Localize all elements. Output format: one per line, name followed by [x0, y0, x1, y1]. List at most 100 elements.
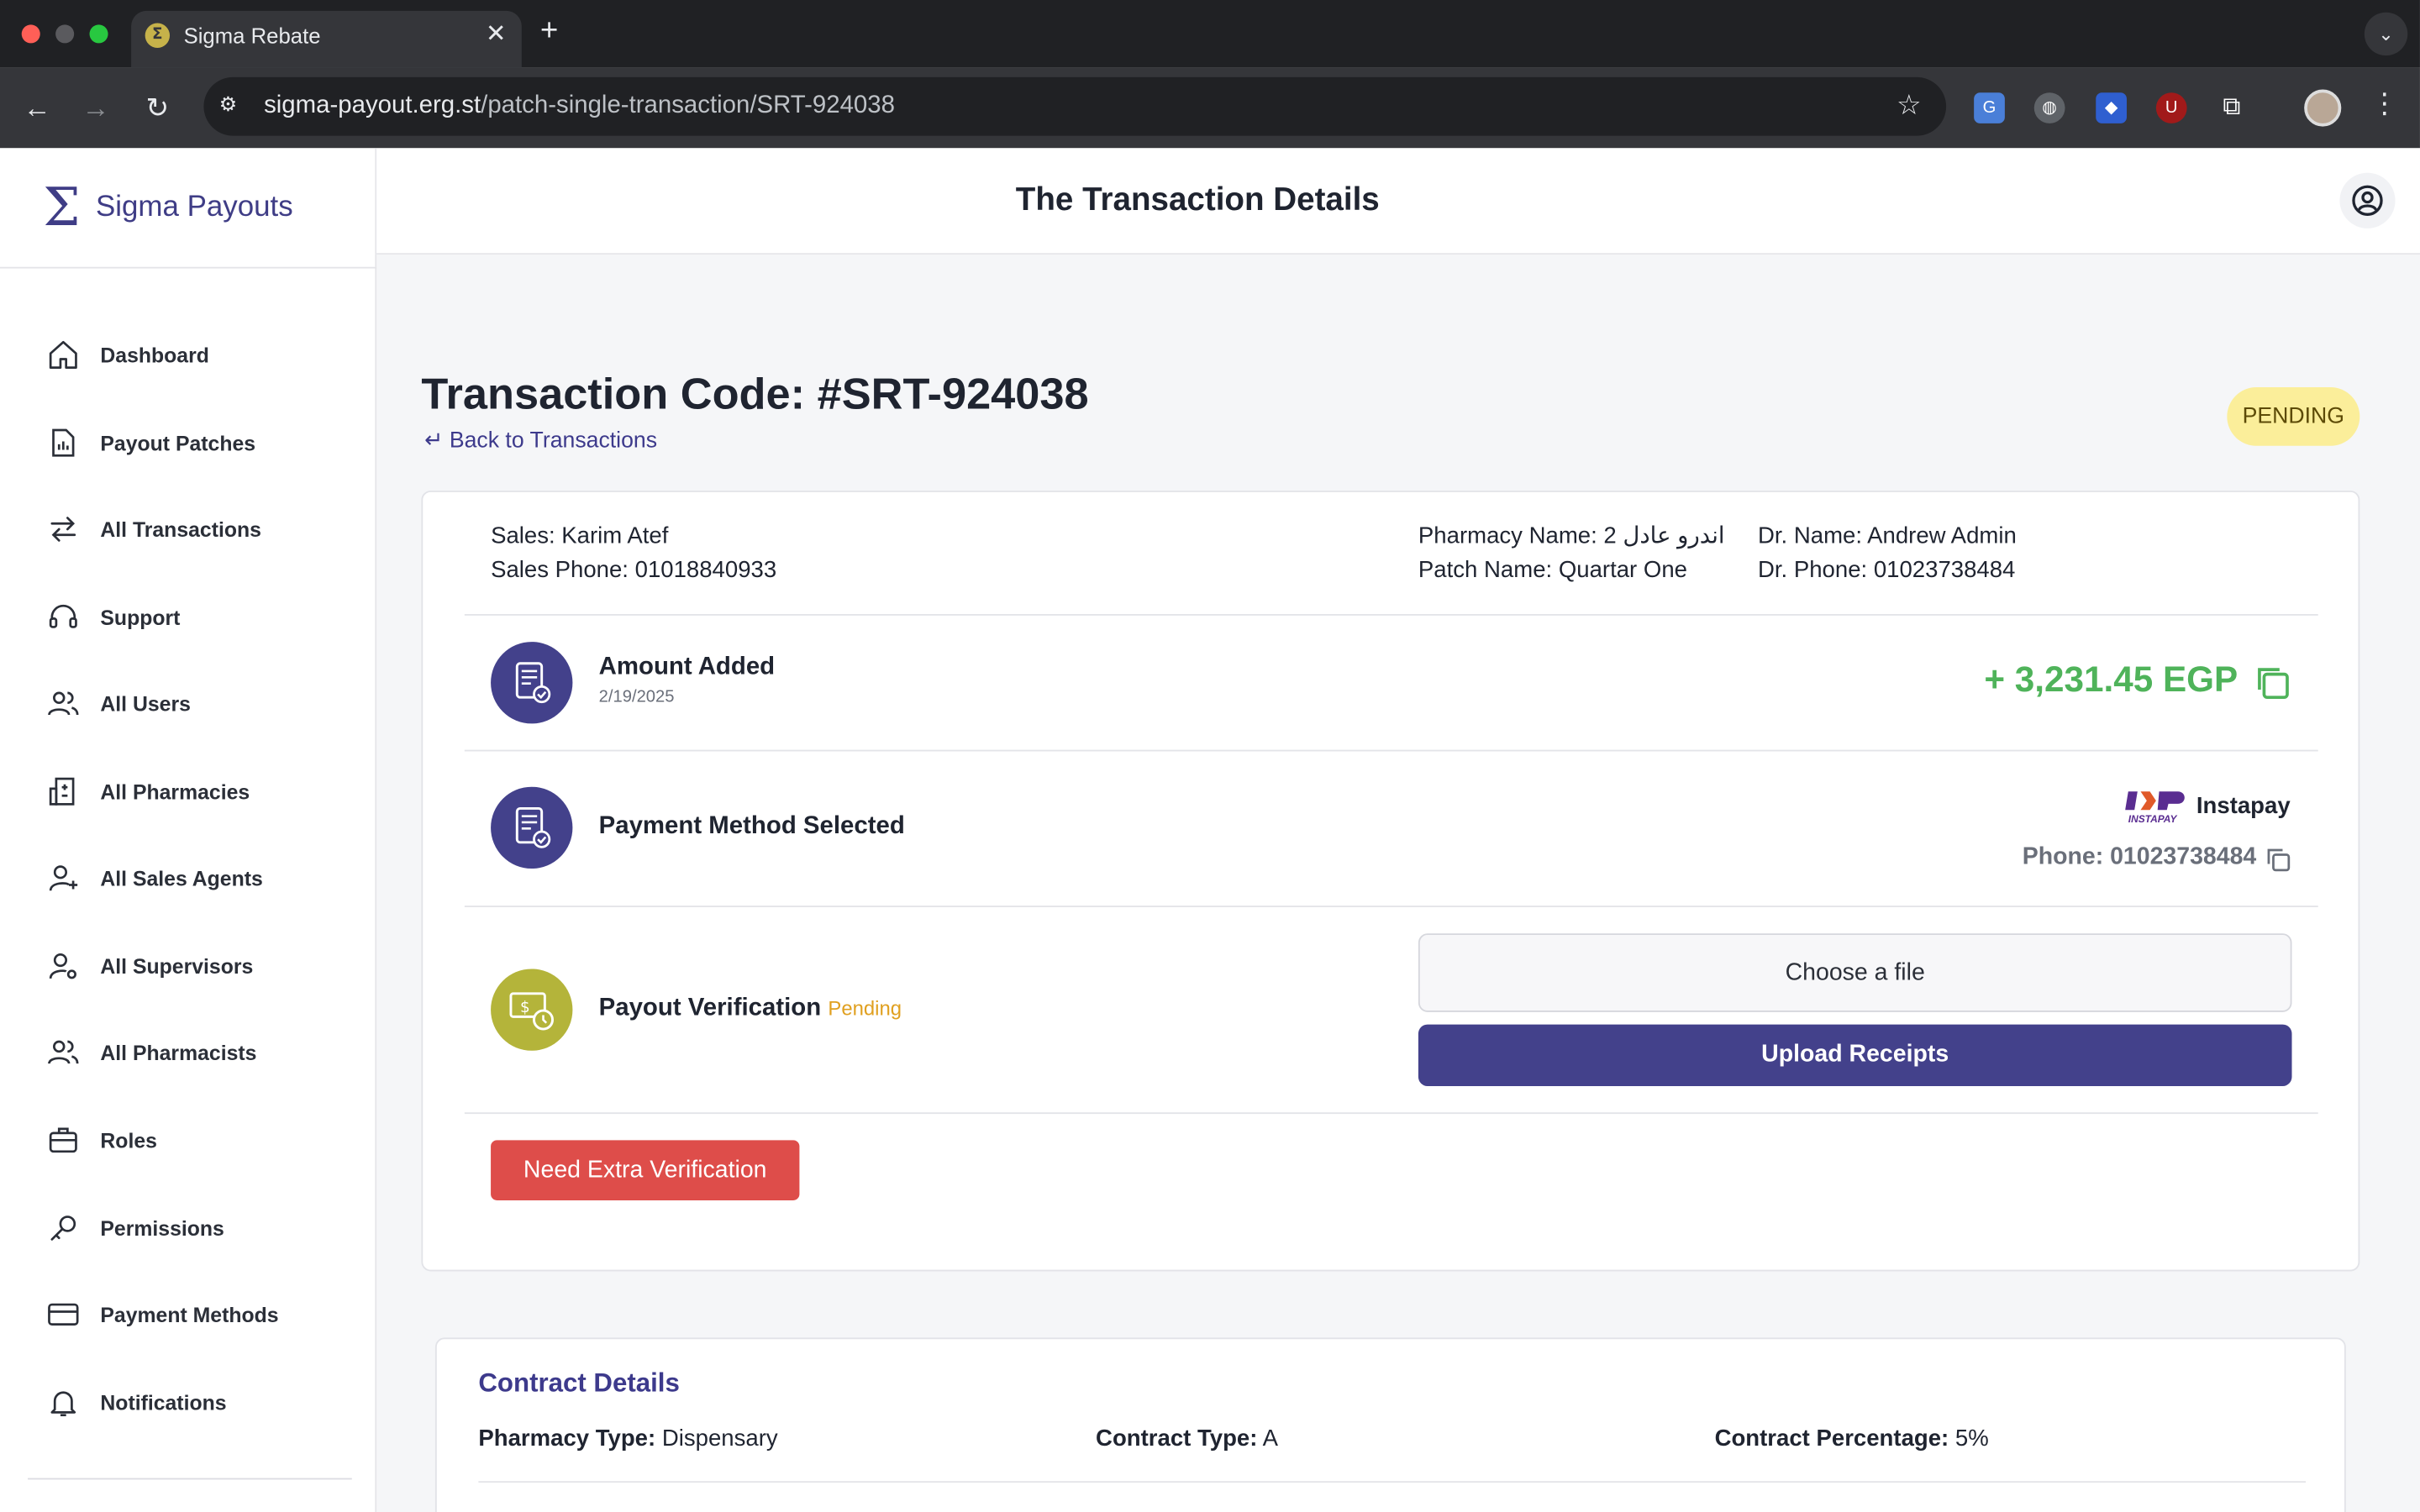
sidebar-item-all-users[interactable]: All Users	[46, 685, 191, 722]
contract-type-value: A	[1262, 1425, 1278, 1452]
transaction-card: Sales: Karim Atef Sales Phone: 010188409…	[421, 491, 2360, 1272]
receipt-check-icon	[491, 786, 573, 869]
choose-file-button[interactable]: Choose a file	[1418, 933, 2292, 1012]
amount-value: + 3,231.45 EGP	[1984, 659, 2238, 700]
extensions-puzzle-icon[interactable]: ⧉	[2217, 92, 2248, 123]
users-icon	[48, 691, 79, 716]
sidebar-item-label: Permissions	[100, 1216, 224, 1240]
sales-phone: Sales Phone: 01018840933	[491, 557, 777, 584]
sidebar-item-all-sales-agents[interactable]: All Sales Agents	[46, 859, 263, 896]
bitwarden-extension-icon[interactable]: ◆	[2096, 92, 2127, 123]
verification-status: Pending	[828, 996, 902, 1021]
pharmacy-name: Pharmacy Name: اندرو عادل 2	[1418, 522, 1725, 549]
sidebar-divider	[28, 1478, 352, 1480]
sidebar-item-roles[interactable]: Roles	[46, 1121, 157, 1158]
sidebar-item-label: Roles	[100, 1128, 157, 1152]
sidebar-item-all-pharmacies[interactable]: All Pharmacies	[46, 773, 250, 810]
card-divider	[464, 614, 2318, 616]
sidebar-item-all-transactions[interactable]: All Transactions	[46, 511, 261, 548]
transaction-code-heading: Transaction Code: #SRT-924038	[421, 370, 1089, 420]
brand-logo[interactable]: Σ Sigma Payouts	[43, 177, 292, 239]
close-tab-icon[interactable]: ✕	[486, 18, 507, 50]
card-divider	[464, 1112, 2318, 1115]
sidebar-item-payment-methods[interactable]: Payment Methods	[46, 1296, 279, 1333]
sidebar-item-label: Support	[100, 605, 181, 629]
home-icon	[49, 340, 77, 369]
copy-amount-icon[interactable]	[2252, 662, 2292, 702]
sidebar-item-label: All Transactions	[100, 517, 261, 541]
pharmacy-type-label: Pharmacy Type:	[478, 1425, 656, 1452]
sidebar-item-payout-patches[interactable]: Payout Patches	[46, 424, 255, 461]
svg-text:INSTAPAY: INSTAPAY	[2128, 813, 2178, 825]
payout-verification-label: Payout Verification	[598, 995, 822, 1021]
translate-extension-icon[interactable]: G	[1974, 92, 2005, 123]
maximize-window-button[interactable]	[89, 24, 108, 44]
sidebar-item-label: All Supervisors	[100, 953, 254, 978]
user-circle-icon	[2352, 185, 2383, 216]
sidebar-item-dashboard[interactable]: Dashboard	[46, 336, 209, 373]
sigma-logo-icon: Σ	[43, 177, 81, 239]
user-account-button[interactable]	[2339, 172, 2396, 228]
contract-type-label: Contract Type:	[1096, 1425, 1258, 1452]
back-arrow-icon[interactable]: ←	[17, 88, 57, 129]
sidebar-item-permissions[interactable]: Permissions	[46, 1210, 224, 1247]
payment-method-name: Instapay	[2196, 792, 2291, 819]
sidebar-item-all-pharmacists[interactable]: All Pharmacists	[46, 1034, 256, 1071]
close-window-button[interactable]	[21, 24, 40, 44]
upload-receipts-button[interactable]: Upload Receipts	[1418, 1024, 2292, 1087]
reload-icon[interactable]: ↻	[137, 88, 177, 129]
tab-title: Sigma Rebate	[183, 23, 321, 48]
amount-added-title: Amount Added	[598, 654, 776, 680]
card-divider	[464, 749, 2318, 752]
briefcase-icon	[49, 1127, 77, 1153]
tab-search-icon[interactable]: ⌄	[2364, 12, 2408, 56]
contract-percentage: Contract Percentage: 5%	[1715, 1425, 1989, 1452]
copy-phone-icon[interactable]	[2264, 846, 2291, 874]
minimize-window-button[interactable]	[55, 24, 75, 44]
users-icon	[48, 1040, 79, 1064]
profile-avatar[interactable]	[2304, 89, 2342, 127]
chart-document-icon	[52, 428, 75, 457]
swap-arrows-icon	[50, 517, 76, 542]
pharmacy-type-value: Dispensary	[661, 1425, 778, 1452]
ublock-extension-icon[interactable]: U	[2155, 92, 2187, 123]
new-tab-icon[interactable]: +	[540, 14, 558, 50]
instapay-method: INSTAPAY Instapay	[2125, 785, 2291, 826]
browser-tab-bar: Σ Sigma Rebate ✕ + ⌄	[0, 0, 2420, 68]
back-to-transactions-link[interactable]: ↵ Back to Transactions	[424, 429, 657, 454]
back-link-label: Back to Transactions	[449, 428, 658, 454]
sidebar-item-label: All Pharmacies	[100, 780, 250, 804]
user-gear-icon	[49, 953, 76, 979]
sidebar-item-all-supervisors[interactable]: All Supervisors	[46, 948, 253, 984]
return-arrow-icon: ↵	[424, 428, 444, 454]
site-settings-icon[interactable]: ⚙	[219, 92, 237, 117]
sidebar-divider	[0, 266, 377, 269]
sidebar-item-notifications[interactable]: Notifications	[46, 1384, 227, 1421]
address-bar[interactable]: ⚙ sigma-payout.erg.st/patch-single-trans…	[203, 76, 1947, 136]
contract-details-card: Contract Details Pharmacy Type: Dispensa…	[434, 1337, 2346, 1512]
sidebar-item-label: Dashboard	[100, 343, 209, 367]
status-badge: PENDING	[2227, 387, 2360, 446]
url-text: sigma-payout.erg.st/patch-single-transac…	[264, 92, 895, 119]
globe-extension-icon[interactable]: ◍	[2033, 92, 2065, 123]
page-title: The Transaction Details	[1015, 181, 1380, 218]
top-header: The Transaction Details	[376, 148, 2420, 255]
contract-divider	[478, 1481, 2307, 1483]
pharmacy-type: Pharmacy Type: Dispensary	[478, 1425, 777, 1452]
browser-tab[interactable]: Σ Sigma Rebate ✕	[131, 10, 522, 68]
doctor-name: Dr. Name: Andrew Admin	[1758, 522, 2017, 549]
building-icon	[49, 777, 75, 806]
sigma-favicon-icon: Σ	[145, 23, 171, 48]
bookmark-star-icon[interactable]: ☆	[1897, 90, 1922, 123]
sidebar-item-label: Payment Methods	[100, 1303, 279, 1326]
chrome-menu-icon[interactable]: ⋮	[2370, 88, 2398, 121]
contract-percentage-label: Contract Percentage:	[1714, 1425, 1949, 1452]
bell-icon	[50, 1391, 76, 1417]
need-extra-verification-button[interactable]: Need Extra Verification	[491, 1140, 800, 1200]
contract-details-title: Contract Details	[478, 1368, 680, 1399]
sidebar-item-support[interactable]: Support	[46, 599, 180, 636]
receipt-check-icon	[491, 642, 573, 724]
forward-arrow-icon[interactable]: →	[76, 88, 116, 129]
sidebar-item-label: Notifications	[100, 1390, 227, 1415]
sidebar: Σ Sigma Payouts Dashboard Payout Patches…	[0, 148, 377, 1512]
